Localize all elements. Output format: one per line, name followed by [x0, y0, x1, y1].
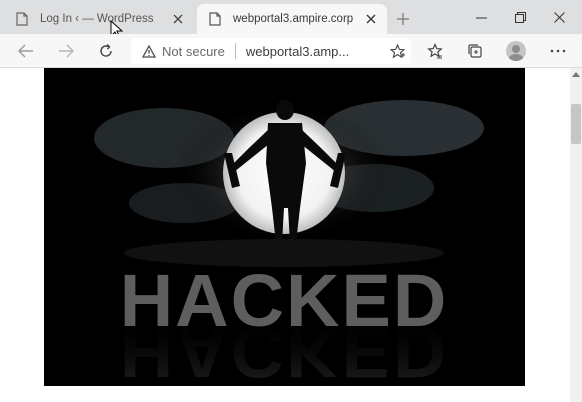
tab-title: webportal3.ampire.corp [233, 13, 354, 25]
scrollbar-thumb[interactable] [571, 104, 581, 144]
more-icon[interactable] [546, 39, 570, 63]
back-icon[interactable] [14, 39, 38, 63]
close-icon[interactable] [546, 6, 572, 28]
browser-toolbar: Not secure webportal3.amp... [0, 34, 582, 68]
page-icon [14, 11, 30, 27]
hacked-banner-image: HACKED HACKED [44, 68, 525, 386]
vertical-scrollbar[interactable] [570, 68, 582, 402]
profile-icon[interactable] [506, 41, 526, 61]
warning-icon[interactable] [142, 44, 156, 58]
page-icon [207, 11, 223, 27]
maximize-icon[interactable] [507, 6, 533, 28]
favorites-star-icon[interactable] [389, 43, 405, 59]
minimize-icon[interactable] [468, 6, 494, 28]
url-text[interactable]: webportal3.amp... [246, 44, 349, 59]
favorites-icon[interactable] [423, 39, 447, 63]
tab-webportal[interactable]: webportal3.ampire.corp [197, 4, 387, 34]
banner-text-reflection: HACKED [120, 310, 449, 386]
tab-strip: Log In ‹ — WordPress webportal3.ampire.c… [0, 0, 582, 34]
close-icon[interactable] [168, 9, 188, 29]
forward-icon[interactable] [54, 39, 78, 63]
tab-wordpress-login[interactable]: Log In ‹ — WordPress [4, 4, 194, 34]
close-icon[interactable] [361, 9, 381, 29]
collections-icon[interactable] [463, 39, 487, 63]
new-tab-icon[interactable] [392, 8, 414, 30]
scroll-up-icon[interactable] [570, 68, 582, 80]
refresh-icon[interactable] [94, 39, 118, 63]
divider [234, 43, 236, 59]
page-viewport: HACKED HACKED [0, 68, 570, 402]
security-label[interactable]: Not secure [162, 44, 225, 59]
tab-title: Log In ‹ — WordPress [40, 13, 154, 25]
address-bar[interactable]: Not secure webportal3.amp... [131, 38, 411, 64]
